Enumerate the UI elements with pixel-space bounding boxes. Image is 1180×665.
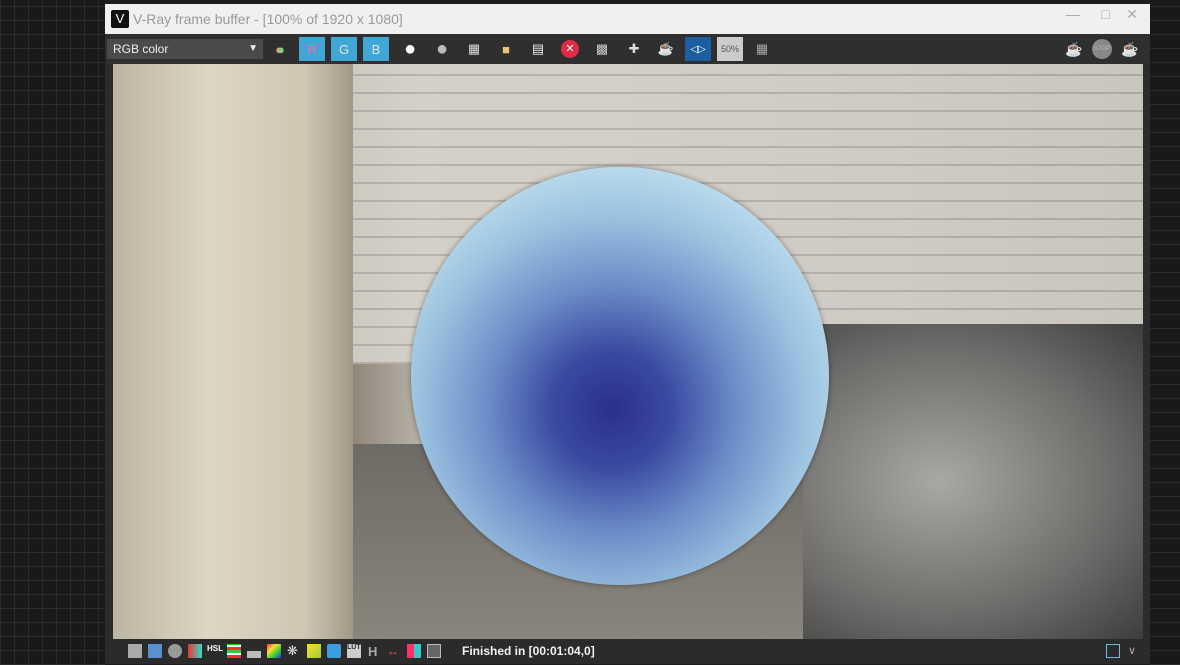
red-channel-button[interactable]: R — [299, 37, 325, 61]
chevron-double-down-icon[interactable]: ∨ — [1128, 644, 1142, 658]
desktop-background-left — [0, 0, 105, 665]
clear-icon[interactable]: ✕ — [557, 37, 583, 61]
status-text: Finished in [00:01:04,0] — [462, 644, 595, 658]
green-channel-button[interactable]: G — [331, 37, 357, 61]
interactive-render-icon[interactable]: ☕ — [1118, 37, 1142, 61]
color-channels-icon[interactable]: ● ● — [267, 37, 293, 61]
layers-icon[interactable] — [148, 644, 162, 658]
close-button[interactable]: ✕ — [1126, 6, 1138, 23]
white-balance-icon[interactable] — [307, 644, 321, 658]
lens-effects-icon[interactable] — [407, 644, 421, 658]
exposure-icon[interactable]: ❋ — [287, 644, 301, 658]
region-render-icon[interactable]: ▩ — [589, 37, 615, 61]
channel-select[interactable]: RGB color ▼ — [107, 39, 263, 59]
minimize-button[interactable]: — — [1066, 6, 1080, 22]
toolbar: RGB color ▼ ● ● R G B ● ● ▦ ■ ▤ ✕ ▩ ✚ ☕ ◁▷… — [105, 34, 1150, 64]
blue-channel-button[interactable]: B — [363, 37, 389, 61]
gray-circle-icon[interactable]: ● — [429, 37, 455, 61]
open-folder-icon[interactable]: ■ — [493, 37, 519, 61]
lens-icon[interactable]: ↔ — [387, 644, 401, 658]
chevron-down-icon: ▼ — [248, 43, 258, 54]
h-icon[interactable]: H — [368, 644, 382, 659]
histogram-icon[interactable] — [247, 644, 261, 658]
curve-icon[interactable] — [327, 644, 341, 658]
rendered-image — [113, 64, 1143, 639]
concrete-pillar — [113, 64, 353, 639]
stamp-icon[interactable]: ▦ — [749, 37, 775, 61]
save-icon[interactable]: ▦ — [461, 37, 487, 61]
zoom-50-icon[interactable]: 50% — [717, 37, 743, 61]
rendered-sphere — [411, 167, 829, 585]
status-bar: HSL ❋ LUT H ↔ Finished in [00:01:04,0] ∨ — [125, 639, 1150, 664]
window-title: V-Ray frame buffer - [100% of 1920 x 108… — [133, 11, 403, 27]
info-icon[interactable] — [168, 644, 182, 658]
render-icon[interactable]: ☕ — [1062, 37, 1086, 61]
levels-icon[interactable] — [227, 644, 241, 658]
title-bar: V V-Ray frame buffer - [100% of 1920 x 1… — [105, 4, 1150, 34]
clipboard-icon[interactable]: ▤ — [525, 37, 551, 61]
denoise-icon[interactable] — [427, 644, 441, 658]
maximize-button[interactable]: □ — [1102, 6, 1110, 22]
panel-toggle-icon[interactable] — [1106, 644, 1120, 658]
lut-icon[interactable]: LUT — [347, 644, 361, 658]
curves-icon[interactable] — [267, 644, 281, 658]
stop-icon[interactable]: STOP — [1092, 39, 1112, 59]
vray-frame-buffer-window: V V-Ray frame buffer - [100% of 1920 x 1… — [105, 4, 1150, 664]
vray-logo-icon: V — [111, 10, 129, 28]
follow-mouse-icon[interactable]: ✚ — [621, 37, 647, 61]
render-teapot-icon[interactable]: ☕ — [653, 37, 679, 61]
channel-select-value: RGB color — [113, 42, 169, 56]
window-icon[interactable] — [128, 644, 142, 658]
color-correction-icon[interactable] — [188, 644, 202, 658]
machinery — [803, 324, 1143, 639]
compare-icon[interactable]: ◁▷ — [685, 37, 711, 61]
hsl-icon[interactable]: HSL — [207, 644, 223, 658]
desktop-background-right — [1150, 0, 1180, 665]
white-circle-icon[interactable]: ● — [397, 37, 423, 61]
